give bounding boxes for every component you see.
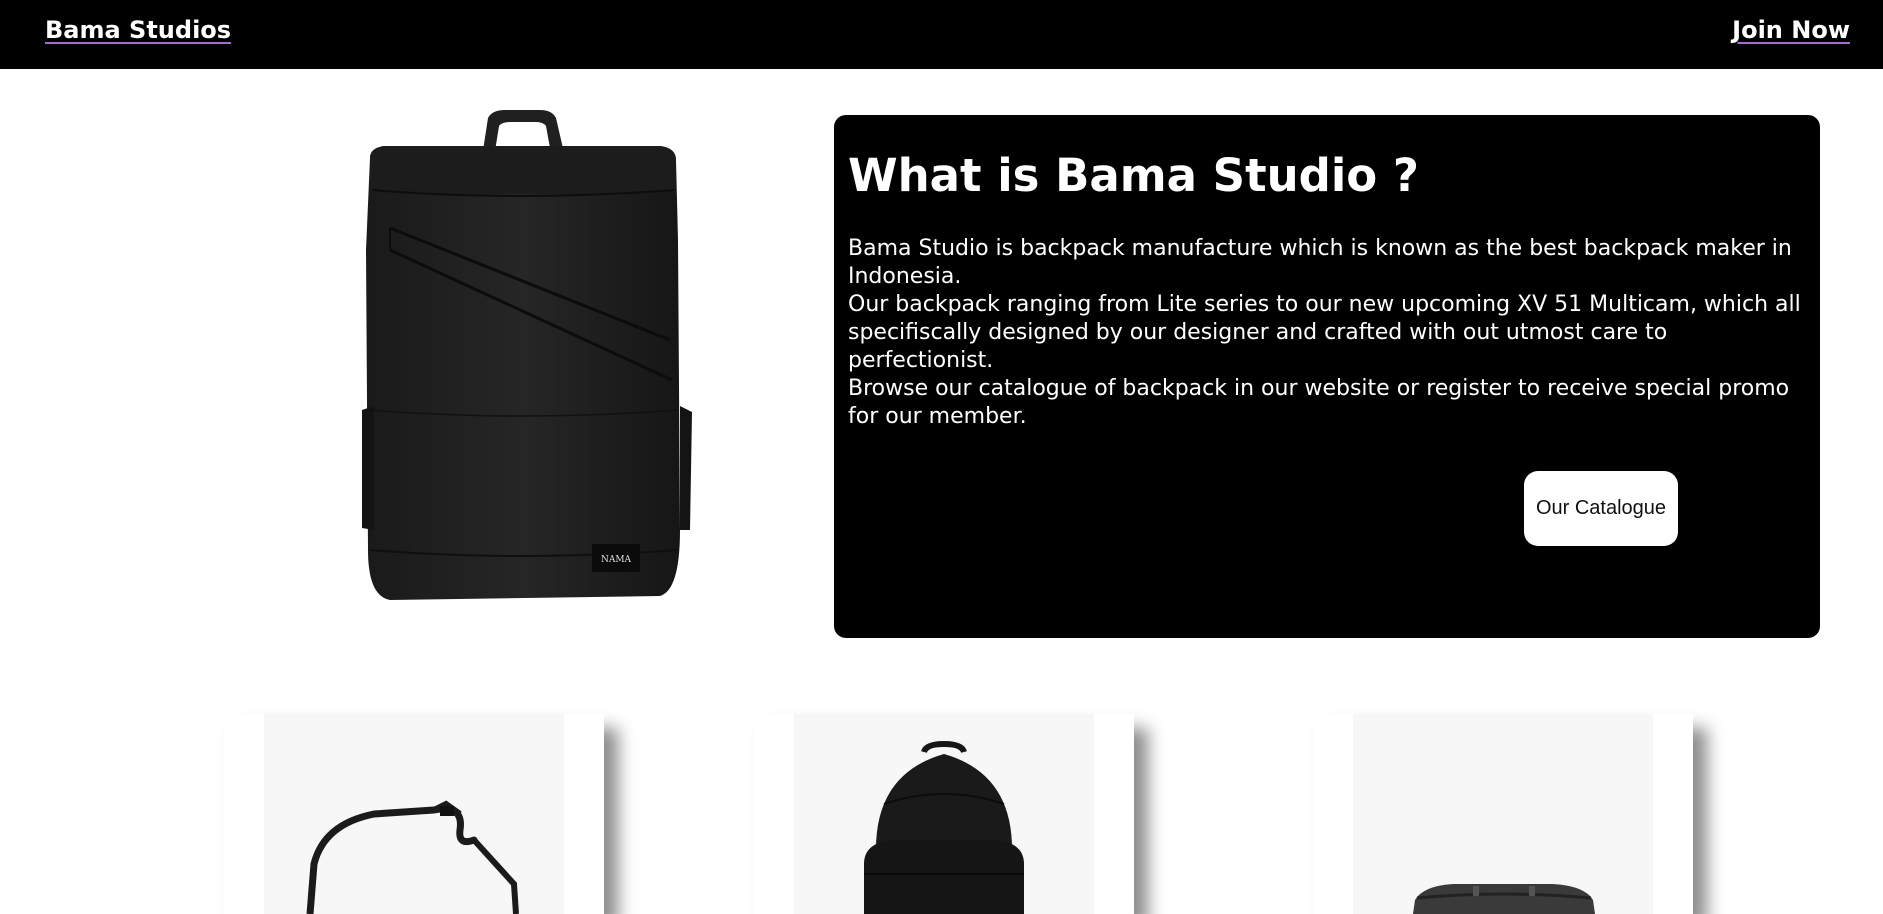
product-image — [794, 714, 1094, 914]
brand-label-text: NAMA — [601, 555, 632, 565]
about-paragraph: Bama Studio is backpack manufacture whic… — [848, 236, 1792, 289]
product-card[interactable] — [1313, 714, 1693, 914]
sling-bag-icon — [306, 800, 519, 914]
about-description: Bama Studio is backpack manufacture whic… — [848, 235, 1810, 431]
product-card[interactable] — [754, 714, 1134, 914]
about-title: What is Bama Studio ? — [848, 149, 1419, 202]
about-paragraph: Our backpack ranging from Lite series to… — [848, 292, 1801, 373]
top-navbar: Bama Studios Join Now — [0, 0, 1883, 69]
brand-link[interactable]: Bama Studios — [45, 16, 231, 44]
join-now-link[interactable]: Join Now — [1732, 16, 1850, 44]
backpack-icon — [864, 740, 1024, 914]
about-panel: What is Bama Studio ? Bama Studio is bac… — [834, 115, 1820, 638]
about-paragraph: Browse our catalogue of backpack in our … — [848, 376, 1790, 429]
backpack-icon: NAMA — [362, 110, 692, 600]
duffel-bag-icon — [1413, 884, 1595, 914]
product-image — [264, 714, 564, 914]
product-card[interactable] — [224, 714, 604, 914]
product-image — [1353, 714, 1653, 914]
hero-backpack-image: NAMA — [360, 110, 694, 604]
our-catalogue-button[interactable]: Our Catalogue — [1524, 471, 1678, 546]
